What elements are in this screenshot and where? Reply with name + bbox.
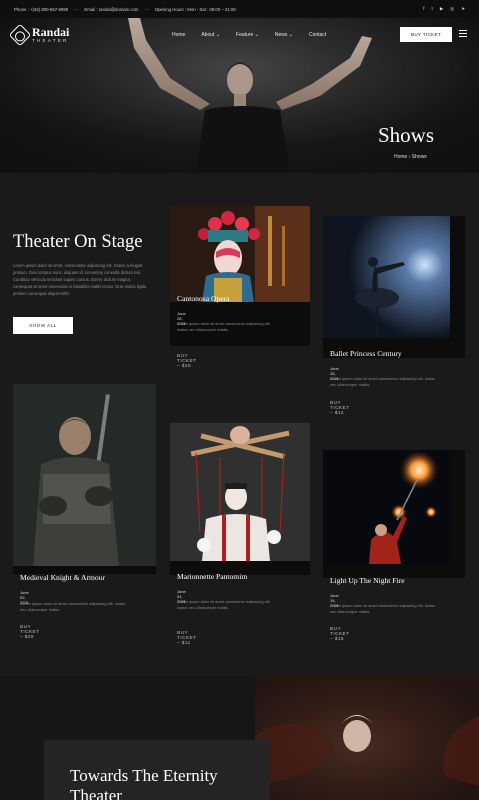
telegram-icon[interactable]: ➤ — [461, 6, 465, 12]
menu-item-about[interactable]: About ⌄ — [201, 32, 220, 38]
buy-ticket-link[interactable]: BUY TICKET – $29 — [20, 625, 39, 640]
menu-item-feature[interactable]: Feature ⌄ — [236, 32, 259, 38]
logo-text: Randai THEATER — [32, 26, 69, 44]
social-links: f t ▶ ◎ ➤ — [423, 6, 465, 12]
buy-ticket-link[interactable]: BUY TICKET – $15 — [330, 627, 349, 642]
show-description: Lorem ipsum dolor sit amet consectetur a… — [330, 376, 436, 388]
about-heading: Towards The Eternity Theater — [70, 766, 218, 800]
logo[interactable]: Randai THEATER — [8, 23, 69, 47]
email-text[interactable]: Email : randai@domain.com — [84, 7, 138, 12]
chevron-down-icon: ⌄ — [254, 32, 259, 38]
buy-ticket-link[interactable]: BUY TICKET – $11 — [177, 631, 196, 646]
phone-text: Phone : +(62) 800-567-8990 — [14, 6, 69, 12]
hamburger-menu-icon[interactable] — [459, 30, 467, 38]
section-title: Theater On Stage — [13, 232, 143, 252]
show-title[interactable]: Light Up The Night Fire — [330, 576, 405, 585]
show-title[interactable]: Medieval Knight & Armour — [20, 573, 105, 582]
show-image[interactable] — [323, 450, 450, 564]
hours-text: Opening Hours : Mon - Sat : 09:00 – 21:0… — [154, 6, 236, 12]
show-title[interactable]: Marionnette Pantomim — [177, 572, 247, 581]
separator: — — [74, 6, 79, 12]
menu-label: Feature — [236, 32, 254, 38]
breadcrumb: Home › Shows — [394, 154, 427, 160]
facebook-icon[interactable]: f — [423, 6, 424, 12]
menu-item-news[interactable]: News ⌄ — [275, 32, 293, 38]
top-info-bar: Phone : +(62) 800-567-8990 — Email : ran… — [0, 0, 479, 18]
breadcrumb-separator: › — [408, 154, 411, 160]
separator: — — [144, 6, 149, 12]
show-image[interactable] — [323, 216, 450, 338]
show-image[interactable] — [170, 206, 310, 302]
logo-mark-icon — [8, 23, 32, 47]
chevron-down-icon: ⌄ — [215, 32, 221, 38]
twitter-icon[interactable]: t — [432, 6, 433, 12]
youtube-icon[interactable]: ▶ — [440, 6, 443, 12]
performer-photo — [255, 676, 479, 800]
buy-ticket-button[interactable]: BUY TICKET — [400, 27, 452, 42]
breadcrumb-current: Shows — [411, 154, 427, 160]
show-title[interactable]: Cantonosa Opera — [177, 294, 230, 303]
dribbble-icon[interactable]: ◎ — [450, 6, 454, 12]
menu-label: Contact — [308, 32, 327, 38]
chevron-down-icon: ⌄ — [288, 32, 293, 38]
main-menu: Home About ⌄ Feature ⌄ News ⌄ Contact — [172, 18, 326, 52]
logo-name: Randai — [32, 25, 70, 40]
menu-label: About — [201, 32, 215, 38]
menu-label: Home — [172, 32, 186, 38]
page-title: Shows — [378, 123, 435, 147]
show-image[interactable] — [170, 423, 310, 561]
show-description: Lorem ipsum dolor sit amet consectetur a… — [20, 601, 126, 613]
main-header: Randai THEATER Home About ⌄ Feature ⌄ Ne… — [0, 18, 479, 52]
intro-text: Lorem ipsum dolor sit amet, consectetur … — [13, 263, 147, 296]
logo-sub: THEATER — [32, 38, 69, 44]
about-section: Towards The Eternity Theater — [0, 676, 479, 800]
breadcrumb-home[interactable]: Home — [394, 154, 407, 160]
show-all-button[interactable]: SHOW ALL — [13, 317, 73, 334]
menu-label: News — [274, 32, 288, 38]
menu-item-home[interactable]: Home — [172, 32, 185, 38]
show-image[interactable] — [13, 384, 156, 566]
buy-ticket-link[interactable]: BUY TICKET – $20 — [177, 354, 196, 369]
show-title[interactable]: Ballet Princess Century — [330, 349, 402, 358]
show-description: Lorem ipsum dolor sit amet consectetur a… — [330, 603, 436, 615]
show-description: Lorem ipsum dolor sit amet consectetur a… — [177, 599, 271, 611]
buy-ticket-link[interactable]: BUY TICKET – $14 — [330, 401, 349, 416]
show-description: Lorem ipsum dolor sit amet consectetur a… — [177, 321, 271, 333]
background-photo — [255, 676, 479, 800]
menu-item-contact[interactable]: Contact — [309, 32, 326, 38]
